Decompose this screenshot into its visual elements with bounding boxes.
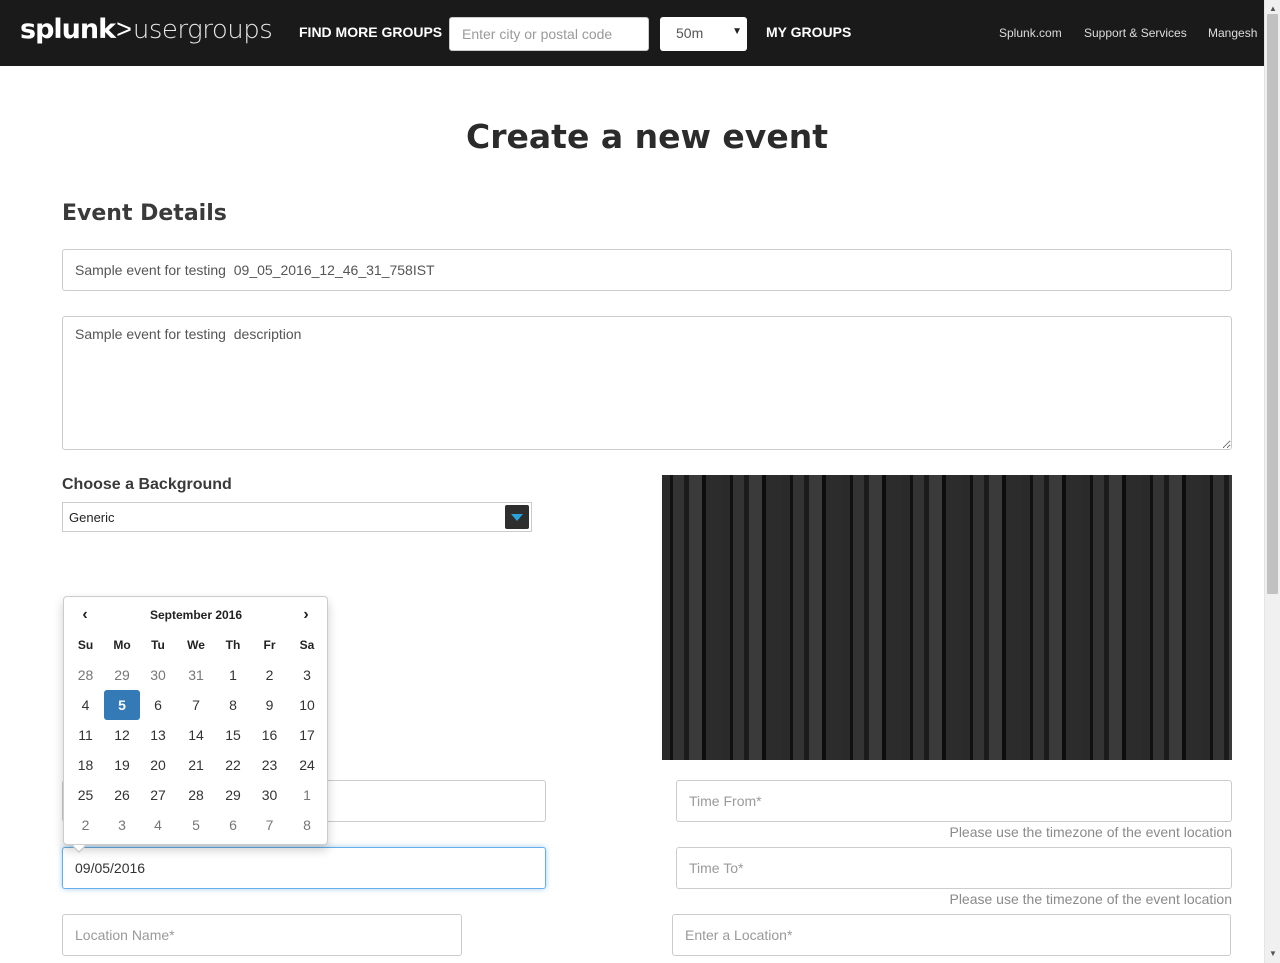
calendar-day[interactable]: 7	[176, 690, 216, 720]
calendar-day[interactable]: 10	[289, 690, 325, 720]
calendar-day[interactable]: 16	[250, 720, 289, 750]
calendar-day[interactable]: 4	[140, 810, 176, 840]
end-date-input[interactable]	[62, 847, 546, 889]
calendar-day[interactable]: 26	[104, 780, 140, 810]
calendar-day[interactable]: 11	[67, 720, 104, 750]
calendar-day[interactable]: 9	[250, 690, 289, 720]
calendar-day[interactable]: 30	[140, 660, 176, 690]
calendar-day[interactable]: 25	[67, 780, 104, 810]
event-details-heading: Event Details	[62, 201, 227, 226]
calendar-day[interactable]: 8	[289, 810, 325, 840]
weekday-header: Su	[77, 638, 94, 652]
weekday-header: We	[187, 638, 205, 652]
calendar-day[interactable]: 14	[176, 720, 216, 750]
datepicker-popup: ‹ September 2016 › Su Mo Tu We Th Fr Sa 28 29 30 3…	[63, 596, 328, 853]
weekday-header: Sa	[299, 638, 315, 652]
radius-value: 50m	[676, 25, 704, 41]
calendar-day[interactable]: 19	[104, 750, 140, 780]
calendar-day[interactable]: 18	[67, 750, 104, 780]
event-description-textarea[interactable]: Sample event for testing description	[62, 316, 1232, 450]
calendar-day[interactable]: 29	[216, 780, 250, 810]
select-dropdown-button[interactable]	[505, 505, 529, 529]
weekday-header: Fr	[263, 638, 276, 652]
scrollbar-thumb[interactable]	[1267, 14, 1278, 594]
calendar-day[interactable]: 17	[289, 720, 325, 750]
chevron-right-icon[interactable]: ›	[295, 606, 317, 626]
calendar-day[interactable]: 7	[250, 810, 289, 840]
calendar-day[interactable]: 2	[250, 660, 289, 690]
calendar-day[interactable]: 31	[176, 660, 216, 690]
calendar-day[interactable]: 22	[216, 750, 250, 780]
location-name-input[interactable]	[62, 914, 462, 956]
calendar-day[interactable]: 6	[140, 690, 176, 720]
calendar-day[interactable]: 1	[216, 660, 250, 690]
calendar-day[interactable]: 21	[176, 750, 216, 780]
logo-chevron: >	[116, 14, 132, 44]
calendar-day[interactable]: 1	[289, 780, 325, 810]
city-search-input[interactable]	[449, 17, 649, 51]
calendar-day[interactable]: 3	[289, 660, 325, 690]
calendar-day[interactable]: 5	[104, 690, 140, 720]
radius-select[interactable]: 50m ▼	[660, 17, 747, 51]
datepicker-month-label[interactable]: September 2016	[104, 608, 288, 622]
datepicker-grid: Su Mo Tu We Th Fr Sa 28 29 30 31 1 2 3 4 5 6 7 8 9 10 11 12 13 1…	[67, 630, 325, 840]
calendar-day[interactable]: 6	[216, 810, 250, 840]
time-from-timezone-hint: Please use the timezone of the event loc…	[949, 824, 1232, 840]
top-navbar: splunk > usergroups FIND MORE GROUPS 50m…	[0, 0, 1264, 66]
background-select[interactable]: Generic	[62, 502, 532, 532]
find-more-groups-link[interactable]: FIND MORE GROUPS	[299, 24, 442, 40]
calendar-day[interactable]: 29	[104, 660, 140, 690]
time-to-input[interactable]	[676, 847, 1232, 889]
calendar-day[interactable]: 28	[176, 780, 216, 810]
splunk-com-link[interactable]: Splunk.com	[999, 26, 1062, 40]
weekday-header: Tu	[151, 638, 165, 652]
page-title: Create a new event	[466, 117, 828, 156]
calendar-day[interactable]: 30	[250, 780, 289, 810]
calendar-day[interactable]: 20	[140, 750, 176, 780]
calendar-day[interactable]: 8	[216, 690, 250, 720]
background-selected-value: Generic	[69, 510, 115, 525]
user-menu-link[interactable]: Mangesh	[1208, 26, 1257, 40]
calendar-day[interactable]: 27	[140, 780, 176, 810]
scroll-down-icon[interactable]: ▼	[1269, 949, 1277, 958]
calendar-day[interactable]: 15	[216, 720, 250, 750]
time-to-timezone-hint: Please use the timezone of the event loc…	[949, 891, 1232, 907]
calendar-day[interactable]: 2	[67, 810, 104, 840]
calendar-day[interactable]: 5	[176, 810, 216, 840]
logo-usergroups-text: usergroups	[132, 15, 273, 45]
chevron-left-icon[interactable]: ‹	[74, 606, 96, 626]
calendar-day[interactable]: 13	[140, 720, 176, 750]
background-label: Choose a Background	[62, 476, 232, 493]
calendar-day[interactable]: 3	[104, 810, 140, 840]
dropdown-arrow-icon: ▼	[732, 26, 742, 37]
calendar-day[interactable]: 24	[289, 750, 325, 780]
calendar-day[interactable]: 28	[67, 660, 104, 690]
logo-splunk-text: splunk	[20, 14, 116, 45]
calendar-day[interactable]: 4	[67, 690, 104, 720]
my-groups-link[interactable]: MY GROUPS	[766, 24, 851, 40]
event-name-input[interactable]	[62, 249, 1232, 291]
calendar-day[interactable]: 12	[104, 720, 140, 750]
triangle-down-icon	[511, 514, 523, 521]
scroll-up-icon[interactable]: ▲	[1269, 4, 1277, 13]
support-services-link[interactable]: Support & Services	[1084, 26, 1187, 40]
location-address-input[interactable]	[672, 914, 1231, 956]
calendar-day[interactable]: 23	[250, 750, 289, 780]
weekday-header: Th	[225, 638, 241, 652]
time-from-input[interactable]	[676, 780, 1232, 822]
background-preview-image	[662, 475, 1232, 760]
splunk-usergroups-logo[interactable]: splunk > usergroups	[20, 14, 273, 48]
datepicker-caret	[72, 845, 86, 853]
weekday-header: Mo	[113, 638, 131, 652]
